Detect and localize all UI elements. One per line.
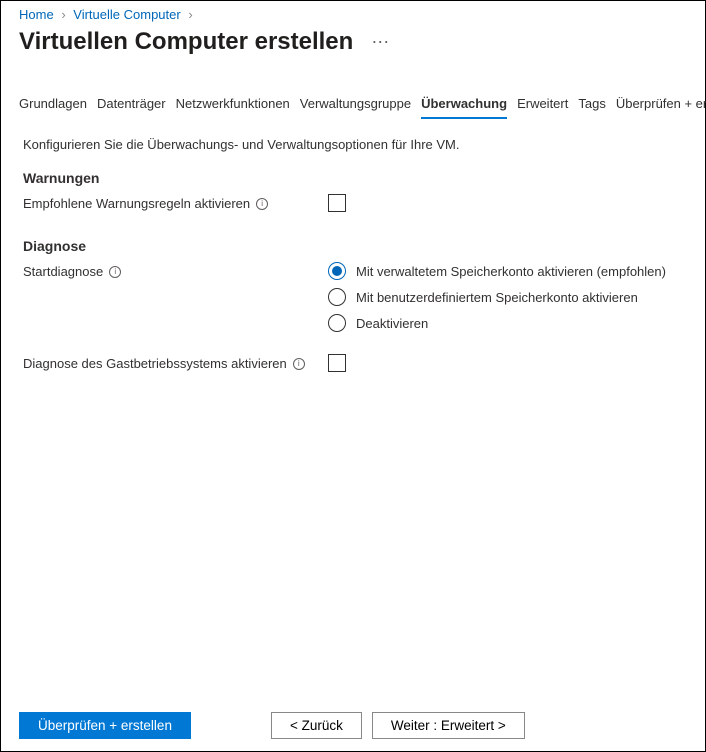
- next-button[interactable]: Weiter : Erweitert >: [372, 712, 525, 739]
- recommended-alert-rules-label: Empfohlene Warnungsregeln aktivieren: [23, 196, 250, 211]
- more-actions-icon[interactable]: ···: [371, 31, 389, 52]
- tab-pruefen[interactable]: Überprüfen + erstellen: [616, 96, 706, 119]
- form-content: Konfigurieren Sie die Überwachungs- und …: [1, 119, 705, 372]
- section-warnungen-title: Warnungen: [23, 170, 683, 186]
- back-button[interactable]: < Zurück: [271, 712, 362, 739]
- radio-icon: [328, 262, 346, 280]
- page-title: Virtuellen Computer erstellen: [19, 28, 353, 56]
- recommended-alert-rules-checkbox[interactable]: [328, 194, 346, 212]
- breadcrumb-virtual-machines[interactable]: Virtuelle Computer: [73, 7, 180, 22]
- guest-os-diagnostics-checkbox[interactable]: [328, 354, 346, 372]
- tab-erweitert[interactable]: Erweitert: [517, 96, 568, 119]
- tabs: Grundlagen Datenträger Netzwerkfunktione…: [1, 74, 705, 119]
- tab-grundlagen[interactable]: Grundlagen: [19, 96, 87, 119]
- tab-datentraeger[interactable]: Datenträger: [97, 96, 166, 119]
- radio-icon: [328, 288, 346, 306]
- breadcrumb-home[interactable]: Home: [19, 7, 54, 22]
- info-icon[interactable]: i: [293, 358, 305, 370]
- review-create-button[interactable]: Überprüfen + erstellen: [19, 712, 191, 739]
- section-diagnose-title: Diagnose: [23, 238, 683, 254]
- guest-os-diagnostics-label: Diagnose des Gastbetriebssystems aktivie…: [23, 356, 287, 371]
- radio-option-disable[interactable]: Deaktivieren: [328, 314, 683, 332]
- radio-option-managed[interactable]: Mit verwaltetem Speicherkonto aktivieren…: [328, 262, 683, 280]
- radio-icon: [328, 314, 346, 332]
- tab-tags[interactable]: Tags: [578, 96, 605, 119]
- chevron-right-icon: ›: [61, 7, 65, 22]
- boot-diagnostics-label: Startdiagnose: [23, 264, 103, 279]
- info-icon[interactable]: i: [109, 266, 121, 278]
- tab-verwaltung[interactable]: Verwaltungsgruppe: [300, 96, 411, 119]
- breadcrumb: Home › Virtuelle Computer ›: [1, 1, 705, 24]
- radio-label: Mit benutzerdefiniertem Speicherkonto ak…: [356, 290, 638, 305]
- radio-label: Mit verwaltetem Speicherkonto aktivieren…: [356, 264, 666, 279]
- tab-ueberwachung[interactable]: Überwachung: [421, 96, 507, 119]
- radio-label: Deaktivieren: [356, 316, 428, 331]
- chevron-right-icon: ›: [188, 7, 192, 22]
- radio-option-custom[interactable]: Mit benutzerdefiniertem Speicherkonto ak…: [328, 288, 683, 306]
- info-icon[interactable]: i: [256, 198, 268, 210]
- footer: Überprüfen + erstellen < Zurück Weiter :…: [19, 712, 687, 739]
- intro-text: Konfigurieren Sie die Überwachungs- und …: [23, 137, 683, 152]
- tab-netzwerk[interactable]: Netzwerkfunktionen: [176, 96, 290, 119]
